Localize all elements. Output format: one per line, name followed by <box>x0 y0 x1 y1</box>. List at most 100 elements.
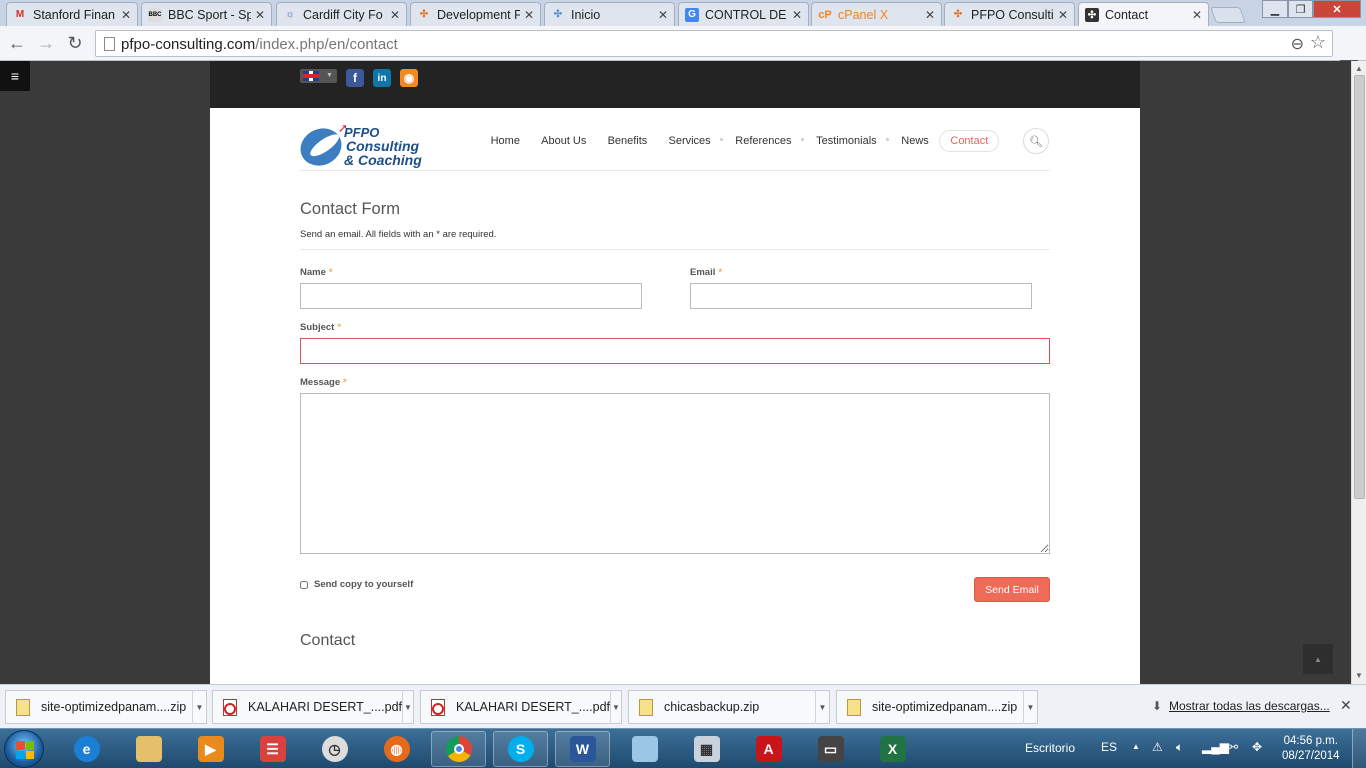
nav-item-news[interactable]: News <box>891 131 940 151</box>
language-selector[interactable]: ▼ <box>300 69 337 83</box>
nav-item-benefits[interactable]: Benefits <box>597 131 658 151</box>
message-textarea[interactable] <box>300 393 1050 554</box>
scroll-up-icon[interactable]: ▲ <box>1355 64 1363 73</box>
search-icon[interactable]: 🔍︎ <box>1023 128 1049 154</box>
volume-icon[interactable]: 🔈︎ <box>1176 740 1183 755</box>
address-bar[interactable]: pfpo-consulting.com/index.php/en/contact… <box>95 30 1333 57</box>
gmail-icon: M <box>15 9 25 20</box>
taskbar-clock-app[interactable]: ◷ <box>307 731 362 767</box>
browser-tab[interactable]: ☼ Cardiff City Fo ✕ <box>276 2 407 26</box>
taskbar-acrobat[interactable]: A <box>741 731 796 767</box>
taskbar-ie[interactable]: e <box>59 731 114 767</box>
show-all-downloads-link[interactable]: Mostrar todas las descargas... <box>1169 699 1330 713</box>
download-item[interactable]: site-optimizedpanam....zip ▼ <box>5 690 207 724</box>
nav-item-references[interactable]: References <box>725 131 806 151</box>
taskbar-notes[interactable] <box>617 731 672 767</box>
close-icon[interactable]: ✕ <box>792 8 802 22</box>
nav-item-about-us[interactable]: About Us <box>531 131 597 151</box>
download-item[interactable]: KALAHARI DESERT_....pdf ▼ <box>212 690 414 724</box>
maximize-button[interactable]: ❐ <box>1288 0 1313 18</box>
clock[interactable]: 04:56 p.m. 08/27/2014 <box>1282 734 1340 764</box>
browser-tab[interactable]: G CONTROL DE I ✕ <box>678 2 809 26</box>
download-item[interactable]: chicasbackup.zip ▼ <box>628 690 830 724</box>
submenu-dot-icon <box>719 138 723 141</box>
send-copy-option[interactable]: Send copy to yourself <box>300 579 413 590</box>
download-item[interactable]: site-optimizedpanam....zip ▼ <box>836 690 1038 724</box>
usb-icon[interactable]: ⚯ <box>1228 740 1238 754</box>
download-item[interactable]: KALAHARI DESERT_....pdf ▼ <box>420 690 622 724</box>
reload-icon[interactable]: ↻ <box>63 32 87 54</box>
chevron-down-icon[interactable]: ▼ <box>402 690 413 724</box>
browser-tab[interactable]: ✣ Development F ✕ <box>410 2 541 26</box>
show-desktop-button[interactable] <box>1352 729 1366 768</box>
bookmark-star-icon[interactable]: ☆ <box>1310 32 1326 53</box>
tray-expand-icon[interactable]: ▲ <box>1132 742 1140 751</box>
desktop-toolbar-label[interactable]: Escritorio <box>1025 741 1075 755</box>
nav-item-testimonials[interactable]: Testimonials <box>806 131 891 151</box>
nav-item-services[interactable]: Services <box>658 131 725 151</box>
browser-tab-active[interactable]: ✣ Contact ✕ <box>1078 2 1209 27</box>
name-field[interactable] <box>300 283 642 309</box>
security-icon[interactable]: ⚠ <box>1152 740 1163 754</box>
pdf-file-icon <box>431 698 445 716</box>
email-field[interactable] <box>690 283 1032 309</box>
taskbar-calculator[interactable]: ▦ <box>679 731 734 767</box>
close-icon[interactable]: ✕ <box>1058 8 1068 22</box>
taskbar-todoist[interactable]: ☰ <box>245 731 300 767</box>
linkedin-icon[interactable]: in <box>373 69 391 87</box>
dropbox-icon[interactable]: ✥ <box>1252 740 1262 754</box>
todoist-icon: ☰ <box>259 736 286 762</box>
scrollbar-thumb[interactable] <box>1354 75 1365 499</box>
back-to-top-button[interactable]: ▲ <box>1303 644 1333 674</box>
scroll-down-icon[interactable]: ▼ <box>1355 671 1363 680</box>
forward-arrow-icon[interactable]: → <box>34 32 58 54</box>
browser-tab[interactable]: ✣ PFPO Consultir ✕ <box>944 2 1075 26</box>
zoom-icon[interactable]: ⊖ <box>1291 34 1304 54</box>
close-icon[interactable]: ✕ <box>658 8 668 22</box>
hamburger-menu-icon[interactable]: ≡ <box>0 61 30 91</box>
vertical-scrollbar[interactable]: ▲ ▼ <box>1351 61 1366 684</box>
back-arrow-icon[interactable]: ← <box>5 32 29 54</box>
language-indicator[interactable]: ES <box>1101 740 1117 754</box>
network-icon[interactable]: ▂▄▆ <box>1202 740 1229 754</box>
facebook-icon[interactable]: f <box>346 69 364 87</box>
close-icon[interactable]: ✕ <box>1340 697 1352 714</box>
new-tab-button[interactable] <box>1210 7 1246 23</box>
taskbar-excel[interactable]: X <box>865 731 920 767</box>
close-icon[interactable]: ✕ <box>121 8 131 22</box>
taskbar-monitor[interactable]: ▭ <box>803 731 858 767</box>
nav-item-home[interactable]: Home <box>480 131 531 151</box>
divider <box>300 170 1050 171</box>
rss-icon[interactable]: ◉ <box>400 69 418 87</box>
acrobat-icon: A <box>755 736 782 762</box>
window-close-button[interactable]: ✕ <box>1313 0 1361 18</box>
start-button[interactable] <box>4 730 44 768</box>
close-icon[interactable]: ✕ <box>524 8 534 22</box>
taskbar-word[interactable]: W <box>555 731 610 767</box>
joomla-icon: ✣ <box>1085 8 1099 22</box>
nav-item-contact[interactable]: Contact <box>939 130 1000 152</box>
browser-tab[interactable]: cP cPanel X ✕ <box>811 2 942 26</box>
browser-tab[interactable]: M Stanford Finan ✕ <box>6 2 138 26</box>
chevron-down-icon[interactable]: ▼ <box>815 690 829 724</box>
send-email-button[interactable]: Send Email <box>974 577 1050 602</box>
browser-tab[interactable]: ✣ Inicio ✕ <box>544 2 675 26</box>
site-logo[interactable]: ➚ PFPO Consulting & Coaching <box>294 121 430 173</box>
taskbar-explorer[interactable] <box>121 731 176 767</box>
close-icon[interactable]: ✕ <box>925 8 935 22</box>
taskbar-chrome[interactable] <box>431 731 486 767</box>
close-icon[interactable]: ✕ <box>1192 8 1202 22</box>
taskbar-skype[interactable]: S <box>493 731 548 767</box>
minimize-button[interactable]: ▁ <box>1262 0 1288 18</box>
close-icon[interactable]: ✕ <box>390 8 400 22</box>
taskbar-media[interactable]: ▶ <box>183 731 238 767</box>
subject-field[interactable] <box>300 338 1050 364</box>
chevron-down-icon[interactable]: ▼ <box>610 690 621 724</box>
calculator-icon: ▦ <box>693 736 720 762</box>
send-copy-checkbox[interactable] <box>300 580 308 589</box>
chevron-down-icon[interactable]: ▼ <box>192 690 206 724</box>
taskbar-firefox[interactable]: ◍ <box>369 731 424 767</box>
close-icon[interactable]: ✕ <box>255 8 265 22</box>
browser-tab[interactable]: BBC BBC Sport - Sp ✕ <box>141 2 272 26</box>
chevron-down-icon[interactable]: ▼ <box>1023 690 1037 724</box>
